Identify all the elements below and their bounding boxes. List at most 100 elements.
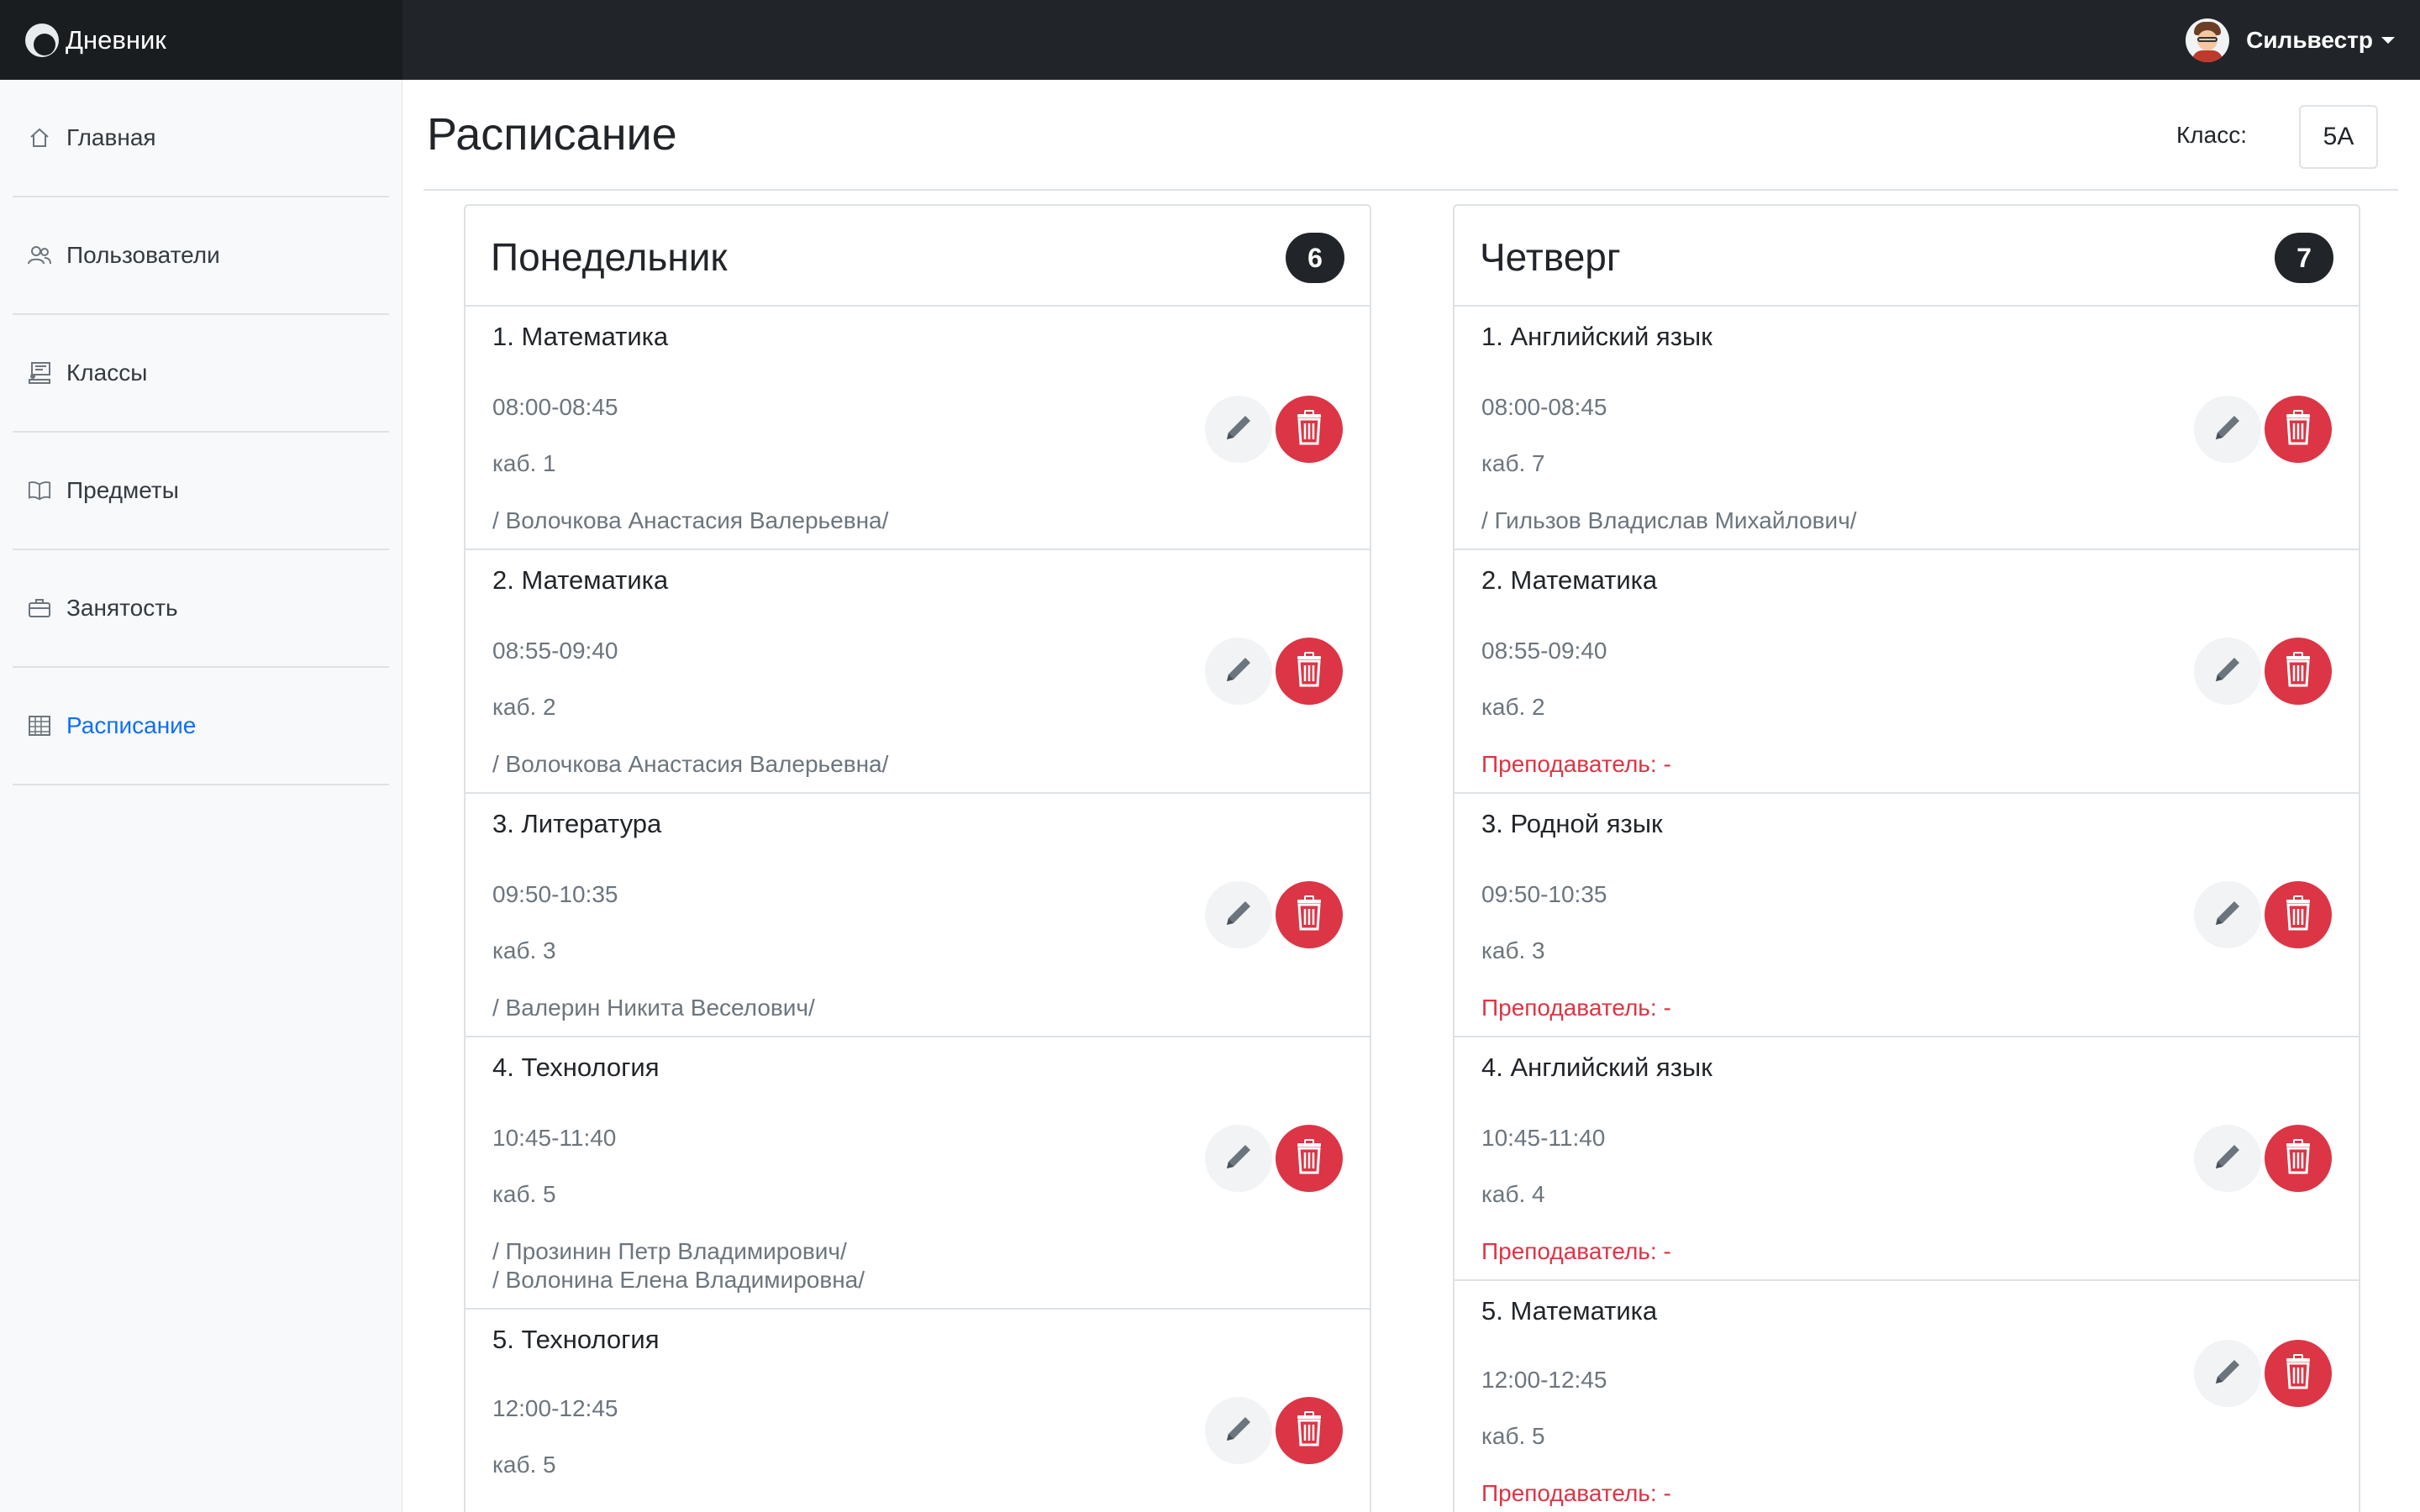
lesson-time: 12:00-12:45 (1481, 1367, 1607, 1393)
sidebar-item-label: Главная (66, 124, 156, 150)
day-card-thursday: Четверг 7 1. Английский язык 08:00-08:45… (1453, 204, 2360, 1512)
lesson-item: 3. Литература 09:50-10:35 каб. 3 / Валер… (466, 794, 1370, 1037)
delete-button[interactable] (1276, 881, 1343, 948)
delete-button[interactable] (2265, 881, 2332, 948)
lesson-title: 4. Английский язык (1481, 1053, 1712, 1082)
lesson-title: 2. Математика (492, 565, 669, 595)
edit-button[interactable] (2194, 1125, 2261, 1192)
lesson-room: каб. 7 (1481, 450, 1545, 476)
lesson-item: 2. Математика 08:55-09:40 каб. 2 Препода… (1455, 550, 2359, 794)
edit-button[interactable] (2194, 1340, 2261, 1407)
avatar-icon (2186, 18, 2230, 62)
trash-icon (2279, 650, 2317, 693)
trash-icon (2279, 1137, 2317, 1180)
lesson-count-badge: 6 (1286, 233, 1344, 283)
lesson-room: каб. 5 (1481, 1423, 1545, 1449)
lesson-time: 08:55-09:40 (1481, 638, 1607, 664)
edit-button[interactable] (1205, 1397, 1272, 1464)
lesson-title: 1. Английский язык (1481, 322, 1712, 351)
lesson-title: 1. Математика (492, 322, 669, 351)
users-icon (28, 244, 51, 267)
user-menu[interactable]: Сильвестр (2186, 0, 2395, 80)
trash-icon (1290, 894, 1328, 937)
day-card-header: Понедельник 6 (466, 206, 1370, 307)
trash-icon (2279, 408, 2317, 451)
sidebar-item-subjects[interactable]: Предметы (13, 433, 389, 550)
sidebar: Главная Пользователи Классы Предметы Зан… (0, 80, 402, 1512)
sidebar-item-label: Предметы (66, 477, 179, 503)
edit-button[interactable] (2194, 881, 2261, 948)
brand[interactable]: Дневник (0, 0, 402, 80)
sidebar-item-schedule[interactable]: Расписание (13, 668, 389, 785)
edit-button[interactable] (2194, 396, 2261, 463)
sidebar-item-occupancy[interactable]: Занятость (13, 550, 389, 668)
sidebar-item-label: Пользователи (66, 242, 220, 268)
lesson-item: 3. Родной язык 09:50-10:35 каб. 3 Препод… (1455, 794, 2359, 1037)
edit-button[interactable] (1205, 881, 1272, 948)
trash-icon (1290, 1137, 1328, 1180)
pencil-icon (2209, 651, 2246, 692)
delete-button[interactable] (1276, 396, 1343, 463)
lesson-teacher: / Волочкова Анастасия Валерьевна/ (492, 507, 889, 533)
page-title: Расписание (427, 109, 677, 160)
delete-button[interactable] (2265, 638, 2332, 705)
pencil-icon (1220, 409, 1257, 450)
lesson-room: каб. 2 (492, 694, 556, 720)
lesson-item: 4. Технология 10:45-11:40 каб. 5 / Прози… (466, 1037, 1370, 1310)
pencil-icon (1220, 895, 1257, 936)
class-label: Класс: (2176, 122, 2247, 148)
app-logo-icon (25, 23, 59, 57)
lesson-room: каб. 4 (1481, 1181, 1545, 1207)
lesson-title: 2. Математика (1481, 565, 1658, 595)
delete-button[interactable] (2265, 396, 2332, 463)
pencil-icon (2209, 1353, 2246, 1394)
lesson-item: 5. Технология 12:00-12:45 каб. 5 (466, 1310, 1370, 1512)
lesson-time: 08:55-09:40 (492, 638, 618, 664)
edit-button[interactable] (1205, 396, 1272, 463)
pencil-icon (1220, 1138, 1257, 1179)
lesson-room: каб. 3 (492, 937, 556, 963)
lesson-room: каб. 5 (492, 1452, 556, 1478)
lesson-title: 5. Технология (492, 1325, 660, 1354)
trash-icon (1290, 1410, 1328, 1452)
lesson-teacher: / Прозинин Петр Владимирович/ / Волонина… (492, 1237, 865, 1294)
sidebar-item-label: Занятость (66, 595, 178, 621)
lesson-teacher-missing: Преподаватель: - (1481, 995, 1671, 1021)
user-name: Сильвестр (2246, 26, 2373, 53)
lesson-item: 1. Математика 08:00-08:45 каб. 1 / Волоч… (466, 307, 1370, 550)
delete-button[interactable] (1276, 638, 1343, 705)
delete-button[interactable] (1276, 1397, 1343, 1464)
day-card-header: Четверг 7 (1455, 206, 2359, 307)
day-name: Четверг (1480, 235, 1621, 279)
pencil-icon (1220, 1410, 1257, 1452)
lesson-title: 4. Технология (492, 1053, 660, 1082)
delete-button[interactable] (2265, 1125, 2332, 1192)
lesson-teacher-line: / Волонина Елена Владимировна/ (492, 1267, 865, 1293)
lesson-teacher-missing: Преподаватель: - (1481, 1480, 1671, 1506)
pencil-icon (2209, 409, 2246, 450)
delete-button[interactable] (1276, 1125, 1343, 1192)
lesson-title: 3. Литература (492, 809, 662, 838)
edit-button[interactable] (1205, 638, 1272, 705)
edit-button[interactable] (2194, 638, 2261, 705)
sidebar-item-classes[interactable]: Классы (13, 315, 389, 433)
main-content: Расписание Класс: 5А Понедельник 6 1. Ма… (402, 80, 2420, 1512)
lesson-room: каб. 5 (492, 1181, 556, 1207)
chevron-down-icon (2381, 36, 2395, 44)
trash-icon (2279, 894, 2317, 937)
lesson-teacher-missing: Преподаватель: - (1481, 1238, 1671, 1264)
lesson-time: 12:00-12:45 (492, 1395, 618, 1421)
lesson-teacher-line: / Прозинин Петр Владимирович/ (492, 1238, 847, 1264)
lesson-title: 5. Математика (1481, 1296, 1658, 1326)
lesson-item: 5. Математика 12:00-12:45 каб. 5 Препода… (1455, 1281, 2359, 1512)
sidebar-item-home[interactable]: Главная (13, 80, 389, 197)
trash-icon (2279, 1352, 2317, 1395)
classes-icon (28, 361, 51, 385)
edit-button[interactable] (1205, 1125, 1272, 1192)
class-select[interactable]: 5А (2299, 105, 2378, 169)
sidebar-item-users[interactable]: Пользователи (13, 197, 389, 315)
delete-button[interactable] (2265, 1340, 2332, 1407)
lesson-time: 09:50-10:35 (492, 881, 618, 907)
lesson-item: 4. Английский язык 10:45-11:40 каб. 4 Пр… (1455, 1037, 2359, 1281)
lesson-title: 3. Родной язык (1481, 809, 1663, 838)
